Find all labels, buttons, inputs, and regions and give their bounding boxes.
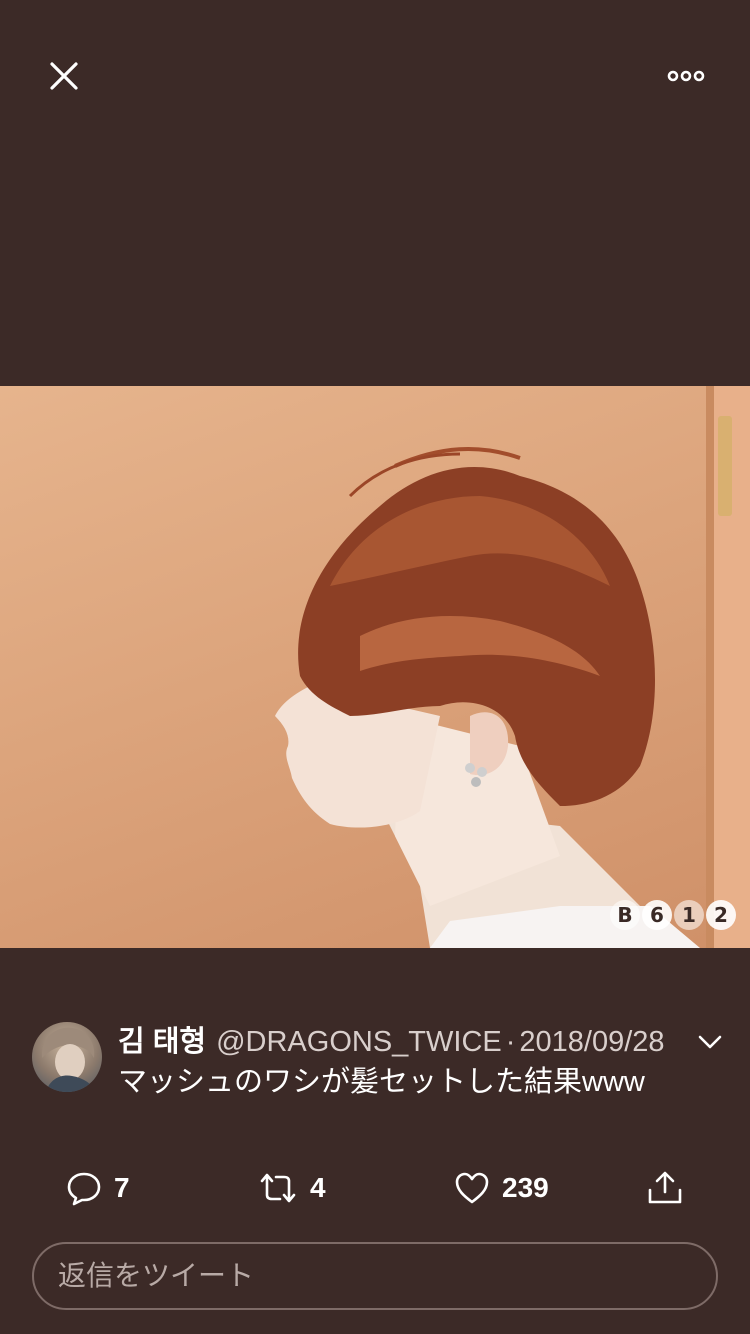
avatar[interactable] bbox=[32, 1022, 102, 1092]
watermark-badge: 6 bbox=[642, 900, 672, 930]
reply-icon bbox=[67, 1172, 101, 1206]
author-handle[interactable]: @DRAGONS_TWICE bbox=[216, 1026, 502, 1059]
like-button[interactable]: 239 bbox=[454, 1166, 549, 1210]
reply-button[interactable]: 7 bbox=[66, 1166, 130, 1210]
avatar-image bbox=[42, 1027, 96, 1092]
close-button[interactable] bbox=[36, 48, 92, 104]
watermark-badge: 1 bbox=[674, 900, 704, 930]
more-horizontal-icon bbox=[667, 70, 705, 82]
retweet-count: 4 bbox=[310, 1172, 326, 1203]
close-icon bbox=[50, 62, 78, 90]
share-button[interactable] bbox=[646, 1166, 684, 1210]
watermark-badge: B bbox=[610, 900, 640, 930]
more-options-button[interactable] bbox=[656, 50, 716, 102]
retweet-button[interactable]: 4 bbox=[258, 1166, 326, 1210]
heart-icon bbox=[455, 1172, 489, 1204]
reply-box[interactable] bbox=[32, 1242, 718, 1310]
photo-watermark: B 6 1 2 bbox=[610, 900, 736, 930]
photo-illustration bbox=[275, 386, 750, 948]
tweet-text: マッシュのワシが髪セットした結果www bbox=[118, 1066, 645, 1098]
like-count: 239 bbox=[502, 1172, 549, 1203]
tweet-date: 2018/09/28 bbox=[519, 1026, 665, 1058]
author-name[interactable]: 김 태형 bbox=[118, 1018, 206, 1060]
reply-count: 7 bbox=[114, 1172, 130, 1203]
share-icon bbox=[648, 1171, 682, 1204]
top-bar bbox=[0, 0, 750, 150]
chevron-down-icon bbox=[698, 1035, 722, 1049]
retweet-icon bbox=[260, 1173, 296, 1203]
tweet-photo[interactable]: B 6 1 2 bbox=[0, 386, 750, 948]
watermark-badge: 2 bbox=[706, 900, 736, 930]
reply-input[interactable] bbox=[58, 1246, 678, 1306]
meta-separator: · bbox=[505, 1026, 516, 1058]
tweet-actions: 7 4 239 bbox=[0, 1160, 750, 1216]
tweet-menu-button[interactable] bbox=[690, 1022, 730, 1062]
tweet-meta: 김 태형 @DRAGONS_TWICE · 2018/09/28 bbox=[118, 1018, 678, 1058]
tweet-caption: 김 태형 @DRAGONS_TWICE · 2018/09/28 マッシュのワシ… bbox=[0, 1010, 750, 1120]
